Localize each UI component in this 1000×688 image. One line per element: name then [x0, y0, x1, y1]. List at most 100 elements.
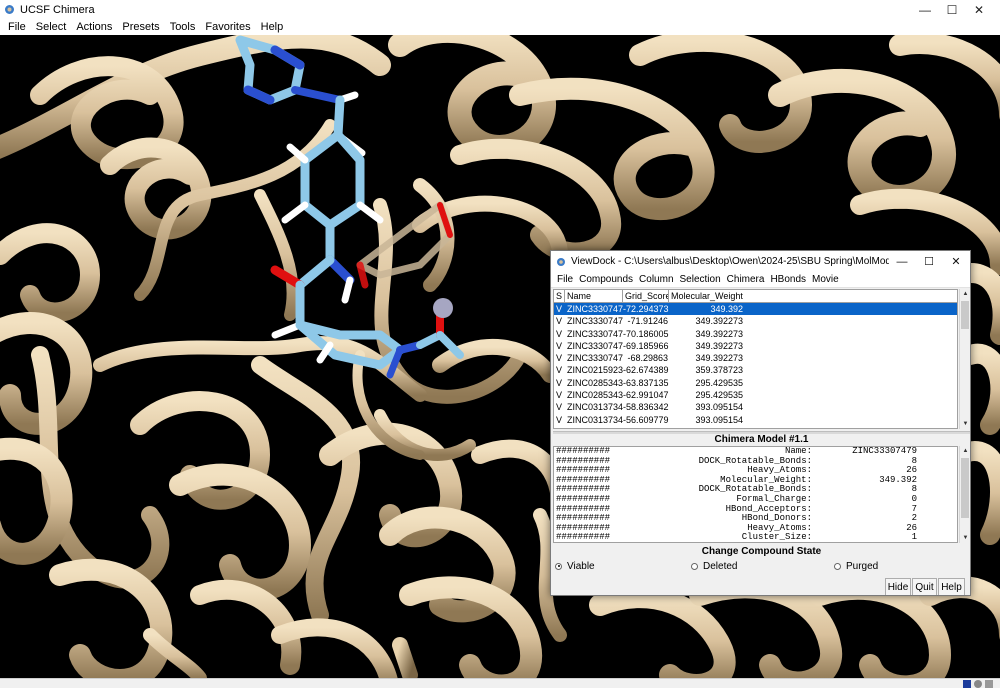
- close-icon[interactable]: ✕: [943, 252, 969, 271]
- table-scrollbar[interactable]: ▲ ▼: [959, 289, 970, 429]
- cell-grid-score: -52.768197: [623, 426, 669, 428]
- info-hash: ##########: [556, 532, 611, 543]
- cell-name: ZINC02853431: [567, 377, 623, 388]
- column-header-name[interactable]: Name: [565, 290, 623, 302]
- cell-state: V: [556, 402, 563, 413]
- compound-info-panel[interactable]: ########## Name: ZINC33307479 ########## DOC…: [553, 446, 958, 543]
- cell-grid-score: -72.294373: [623, 304, 669, 314]
- maximize-icon[interactable]: ☐: [916, 252, 942, 271]
- cell-grid-score: -63.837135: [623, 377, 669, 388]
- scroll-down-icon[interactable]: ▼: [960, 533, 970, 543]
- radio-dot-icon[interactable]: [555, 562, 562, 570]
- cell-state: V: [556, 340, 563, 351]
- hide-button[interactable]: Hide: [885, 578, 911, 595]
- table-row[interactable]: V ZINC33307479 -72.294373 349.392: [554, 303, 957, 316]
- cell-grid-score: -62.674389: [623, 365, 669, 376]
- minimize-icon[interactable]: —: [889, 252, 915, 271]
- menu-select[interactable]: Select: [36, 21, 67, 33]
- main-title-bar: UCSF Chimera — ☐ ✕: [0, 0, 1000, 19]
- vd-menu-hbonds[interactable]: HBonds: [770, 274, 806, 285]
- vd-menu-column[interactable]: Column: [639, 274, 673, 285]
- cell-name: ZINC33307479: [567, 304, 623, 314]
- radio-deleted[interactable]: Deleted: [691, 560, 737, 572]
- radio-purged[interactable]: Purged: [834, 560, 878, 572]
- menu-presets[interactable]: Presets: [122, 21, 159, 33]
- viewdock-app-icon: [557, 257, 565, 266]
- cell-name: ZINC03137346: [567, 414, 623, 425]
- chimera-app-icon: [5, 5, 14, 14]
- vd-menu-movie[interactable]: Movie: [812, 274, 839, 285]
- menu-favorites[interactable]: Favorites: [205, 21, 250, 33]
- cell-name: ZINC33307479: [567, 316, 623, 327]
- radio-label: Deleted: [703, 560, 738, 572]
- cell-state: V: [556, 365, 563, 376]
- table-row[interactable]: V ZINC33307479 -69.185966 349.392273: [554, 340, 957, 352]
- cell-state: V: [556, 390, 563, 401]
- vd-menu-selection[interactable]: Selection: [680, 274, 721, 285]
- cell-name: ZINC02159231: [567, 365, 623, 376]
- table-row[interactable]: VZINC03137346-52.768197393.095154: [554, 426, 957, 428]
- cell-name: ZINC33307479: [567, 340, 623, 351]
- scroll-down-icon[interactable]: ▼: [960, 419, 970, 429]
- table-header: S Name Grid_Score Molecular_Weight: [554, 290, 957, 303]
- cell-molecular-weight: 359.378723: [695, 365, 743, 376]
- table-row[interactable]: V ZINC02853431 -63.837135 295.429535: [554, 377, 957, 389]
- cell-molecular-weight: 393.095154: [669, 426, 746, 428]
- cell-name: ZINC03137346: [567, 402, 623, 413]
- menu-file[interactable]: File: [8, 21, 26, 33]
- info-value: 1: [911, 532, 917, 543]
- quit-button[interactable]: Quit: [912, 578, 937, 595]
- cell-molecular-weight: 349.392273: [695, 340, 743, 351]
- scroll-thumb[interactable]: [961, 458, 969, 518]
- scroll-up-icon[interactable]: ▲: [960, 446, 970, 456]
- status-icon[interactable]: [985, 680, 993, 688]
- column-header-s[interactable]: S: [554, 290, 565, 302]
- vd-menu-chimera[interactable]: Chimera: [727, 274, 765, 285]
- table-body: V ZINC33307479 -72.294373 349.392 V ZINC33307…: [554, 303, 957, 428]
- menu-tools[interactable]: Tools: [170, 21, 196, 33]
- info-list: ########## Name: ZINC33307479 ########## DOC…: [554, 446, 957, 543]
- cell-name: ZINC02853431: [567, 390, 623, 401]
- help-button[interactable]: Help: [938, 578, 965, 595]
- radio-dot-icon[interactable]: [834, 562, 841, 570]
- column-header-molecular-weight[interactable]: Molecular_Weight: [669, 290, 746, 302]
- compound-table[interactable]: S Name Grid_Score Molecular_Weight V ZINC…: [553, 289, 958, 429]
- status-icon[interactable]: [974, 680, 982, 688]
- cell-state: V: [556, 328, 563, 339]
- cell-molecular-weight: 349.392273: [695, 328, 743, 339]
- change-state-title: Change Compound State: [701, 546, 822, 557]
- table-row[interactable]: V ZINC33307479 -68.29863 349.392273: [554, 352, 957, 364]
- info-scrollbar[interactable]: ▲ ▼: [959, 446, 970, 543]
- table-row[interactable]: V ZINC33307479 -70.186005 349.392273: [554, 328, 957, 340]
- menu-help[interactable]: Help: [261, 21, 284, 33]
- cell-grid-score: -62.991047: [623, 390, 669, 401]
- cell-molecular-weight: 349.392: [710, 304, 743, 314]
- status-bar: [0, 678, 1000, 688]
- cell-grid-score: -69.185966: [623, 340, 669, 351]
- cell-name: ZINC33307479: [567, 353, 623, 364]
- cell-molecular-weight: 349.392273: [695, 353, 743, 364]
- radio-label: Purged: [846, 560, 879, 572]
- close-icon[interactable]: ✕: [957, 0, 1000, 19]
- table-row[interactable]: V ZINC03137346 -56.609779 393.095154: [554, 414, 957, 426]
- radio-viable[interactable]: Viable: [555, 560, 595, 572]
- vd-menu-compounds[interactable]: Compounds: [579, 274, 633, 285]
- cell-molecular-weight: 349.392273: [695, 316, 743, 327]
- status-icon[interactable]: [963, 680, 971, 688]
- scroll-up-icon[interactable]: ▲: [960, 289, 970, 299]
- table-row[interactable]: V ZINC02159231 -62.674389 359.378723: [554, 364, 957, 376]
- viewdock-dialog: ViewDock - C:\Users\albus\Desktop\Owen\2…: [550, 250, 971, 596]
- radio-dot-icon[interactable]: [691, 562, 698, 570]
- info-value: ZINC33307479: [852, 446, 917, 456]
- table-row[interactable]: V ZINC03137346 -58.836342 393.095154: [554, 401, 957, 413]
- main-menu-bar: File Select Actions Presets Tools Favori…: [0, 19, 1000, 35]
- menu-actions[interactable]: Actions: [76, 21, 112, 33]
- model-header: Chimera Model #1.1: [714, 434, 809, 445]
- table-row[interactable]: V ZINC02853431 -62.991047 295.429535: [554, 389, 957, 401]
- scroll-thumb[interactable]: [961, 301, 969, 329]
- viewdock-title-bar[interactable]: ViewDock - C:\Users\albus\Desktop\Owen\2…: [551, 251, 970, 272]
- column-header-grid-score[interactable]: Grid_Score: [623, 290, 669, 302]
- vd-menu-file[interactable]: File: [557, 274, 573, 285]
- table-row[interactable]: V ZINC33307479 -71.91246 349.392273: [554, 315, 957, 327]
- cell-state: V: [556, 414, 563, 425]
